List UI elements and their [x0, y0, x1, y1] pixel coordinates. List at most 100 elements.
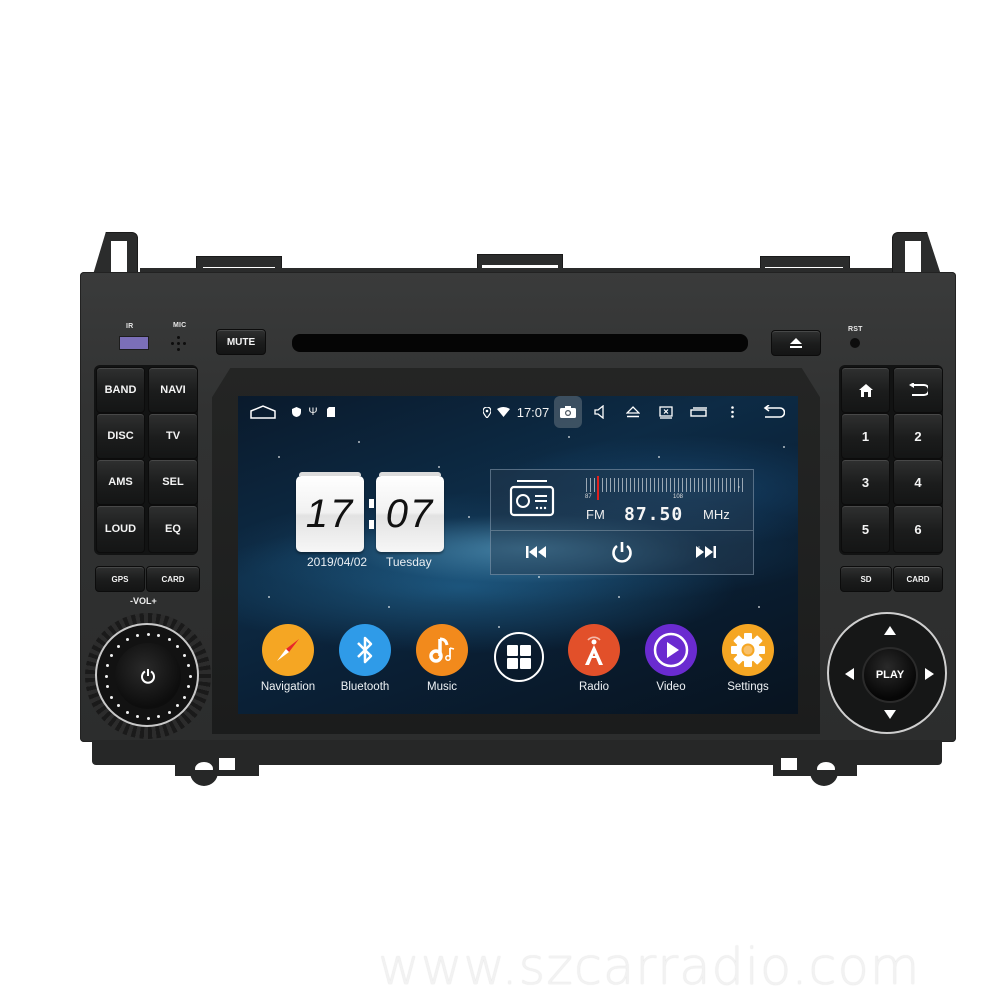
app-bluetooth[interactable]: Bluetooth: [330, 624, 400, 693]
preset-2-button[interactable]: 2: [893, 413, 943, 459]
disc-slot: [292, 334, 748, 352]
dpad-left-button[interactable]: [845, 668, 854, 680]
app-video[interactable]: Video: [636, 624, 706, 693]
star: [538, 576, 540, 578]
app-drawer-icon: [494, 632, 544, 682]
sd-card-icon: [325, 396, 337, 428]
dpad-up-button[interactable]: [884, 626, 896, 635]
app-label: Radio: [578, 681, 610, 693]
mute-button[interactable]: MUTE: [216, 329, 266, 355]
ir-label: IR: [126, 323, 134, 330]
tv-button[interactable]: TV: [148, 413, 198, 459]
knob-led-dot: [135, 715, 139, 719]
home-outline-button[interactable]: [248, 396, 278, 428]
camera-icon: [560, 406, 576, 418]
bluetooth-icon: [339, 624, 391, 676]
clock-colon-top: [369, 499, 374, 508]
app-drawer-button[interactable]: [484, 632, 554, 682]
star: [568, 436, 570, 438]
radio-tower-icon: [568, 624, 620, 676]
screenshot-button[interactable]: [554, 396, 582, 428]
reset-button[interactable]: [850, 338, 860, 348]
clock-minutes: 07: [376, 472, 444, 552]
home-button[interactable]: [841, 367, 890, 413]
mount-foot-right-loop: [810, 770, 838, 786]
eject-icon: [790, 338, 802, 348]
radio-widget[interactable]: 87 108 FM 87.50 MHz: [490, 469, 754, 575]
volume-knob[interactable]: [85, 613, 211, 739]
video-icon: [645, 624, 697, 676]
more-menu-button[interactable]: [726, 396, 738, 428]
preset-4-button[interactable]: 4: [893, 459, 943, 505]
knob-led-dot: [105, 663, 109, 667]
card-button-right[interactable]: CARD: [893, 566, 943, 592]
sd-button[interactable]: SD: [840, 566, 892, 592]
home-icon: [858, 383, 873, 397]
radio-band: FM: [586, 507, 605, 522]
eject-icon: [626, 406, 640, 418]
knob-led-dot: [182, 653, 186, 657]
gps-button[interactable]: GPS: [95, 566, 145, 592]
preset-6-button[interactable]: 6: [893, 505, 943, 553]
knob-led-dot: [125, 638, 129, 642]
preset-5-button[interactable]: 5: [841, 505, 890, 553]
star: [618, 596, 620, 598]
eject-screen-button[interactable]: [623, 396, 643, 428]
card-button-left[interactable]: CARD: [146, 566, 200, 592]
sel-button[interactable]: SEL: [148, 459, 198, 505]
play-button[interactable]: PLAY: [862, 647, 918, 703]
star: [468, 516, 470, 518]
mount-foot-left-loop: [190, 770, 218, 786]
app-settings[interactable]: Settings: [713, 624, 783, 693]
power-icon: [141, 669, 155, 684]
star: [758, 606, 760, 608]
star: [268, 596, 270, 598]
preset-3-button[interactable]: 3: [841, 459, 890, 505]
recent-apps-icon: [690, 407, 707, 417]
band-button[interactable]: BAND: [96, 367, 145, 413]
rst-label: RST: [848, 326, 863, 333]
disc-button[interactable]: DISC: [96, 413, 145, 459]
screen-off-button[interactable]: [656, 396, 676, 428]
app-navigation[interactable]: Navigation: [253, 624, 323, 693]
watermark: www.szcarradio.com: [378, 938, 921, 997]
preset-1-button[interactable]: 1: [841, 413, 890, 459]
screen-back-button[interactable]: [758, 396, 788, 428]
dpad-right-button[interactable]: [925, 668, 934, 680]
status-time: 17:07: [516, 404, 550, 420]
volume-icon: [594, 405, 604, 419]
app-label: Settings: [727, 681, 769, 693]
back-button[interactable]: [893, 367, 943, 413]
clock-hours: 17: [296, 472, 364, 552]
eject-button[interactable]: [771, 330, 821, 356]
star: [388, 606, 390, 608]
dpad-down-button[interactable]: [884, 710, 896, 719]
shield-icon: [290, 396, 302, 428]
power-button[interactable]: [115, 643, 181, 709]
knob-led-dot: [146, 716, 150, 720]
volume-button[interactable]: [590, 396, 610, 428]
radio-next-button[interactable]: [691, 540, 721, 564]
clock-date: 2019/04/02: [307, 555, 368, 569]
app-radio[interactable]: Radio: [559, 624, 629, 693]
recent-apps-button[interactable]: [688, 396, 710, 428]
navi-button[interactable]: NAVI: [148, 367, 198, 413]
radio-power-button[interactable]: [607, 538, 637, 566]
knob-led-dot: [104, 674, 108, 678]
ams-button[interactable]: AMS: [96, 459, 145, 505]
app-label: Bluetooth: [340, 681, 390, 693]
knob-led-dot: [167, 638, 171, 642]
usb-icon: Ψ: [308, 406, 318, 418]
touchscreen[interactable]: Ψ 17:07 17 07 2019/04/02 Tuesday 87 108 …: [238, 396, 798, 714]
star: [658, 456, 660, 458]
knob-led-dot: [110, 653, 114, 657]
eq-button[interactable]: EQ: [148, 505, 198, 553]
app-label: Music: [426, 681, 458, 693]
star: [278, 456, 280, 458]
radio-prev-button[interactable]: [521, 540, 551, 564]
navigation-icon: [262, 624, 314, 676]
loud-button[interactable]: LOUD: [96, 505, 145, 553]
knob-led-dot: [187, 663, 191, 667]
frequency-scale: [586, 478, 746, 492]
app-music[interactable]: Music: [407, 624, 477, 693]
